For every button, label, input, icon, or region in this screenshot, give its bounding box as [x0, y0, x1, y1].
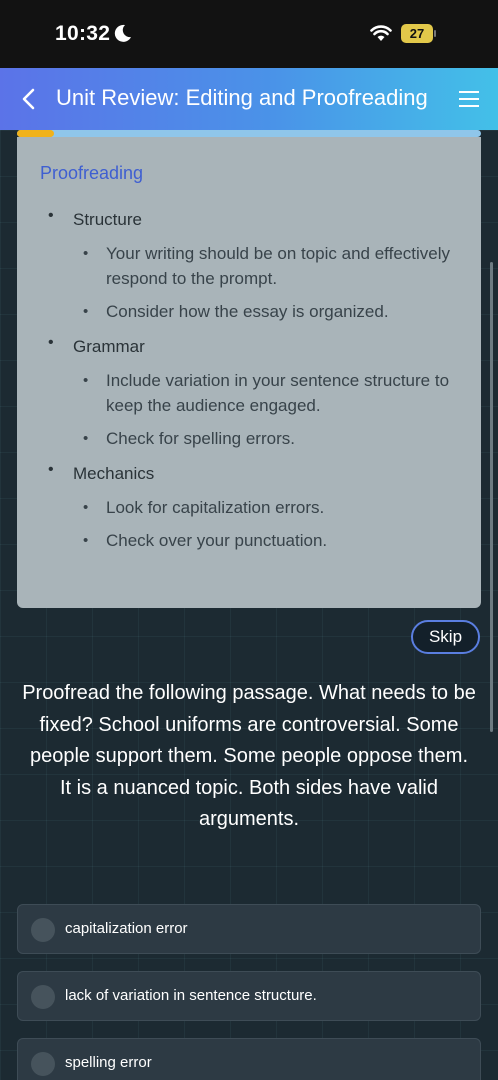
menu-button[interactable] [457, 88, 481, 110]
subtopic-list: Your writing should be on topic and effe… [73, 241, 460, 324]
topic-mechanics: Mechanics Look for capitalization errors… [40, 461, 460, 553]
topic-grammar: Grammar Include variation in your senten… [40, 334, 460, 451]
topic-list: Structure Your writing should be on topi… [40, 207, 460, 563]
topic-label: Mechanics [73, 464, 155, 483]
option-label: spelling error [65, 1054, 152, 1071]
moon-icon [114, 24, 132, 48]
study-notes-card: Proofreading Structure Your writing shou… [17, 137, 481, 608]
subtopic-list: Include variation in your sentence struc… [73, 368, 460, 451]
option-label: lack of variation in sentence structure. [65, 987, 317, 1004]
list-item: Check over your punctuation. [73, 528, 460, 553]
answer-option-3[interactable]: spelling error [17, 1038, 481, 1080]
back-button[interactable] [18, 87, 40, 111]
battery-tip [434, 30, 436, 37]
scrollbar[interactable] [490, 262, 493, 732]
status-time: 10:32 [55, 22, 111, 45]
radio-button[interactable] [31, 1052, 55, 1076]
topic-label: Structure [73, 210, 142, 229]
page-title: Unit Review: Editing and Proofreading [56, 85, 428, 110]
subtopic-list: Look for capitalization errors. Check ov… [73, 495, 460, 553]
answer-option-2[interactable]: lack of variation in sentence structure. [17, 971, 481, 1021]
answer-option-1[interactable]: capitalization error [17, 904, 481, 954]
chevron-left-icon [22, 88, 35, 110]
progress-bar [17, 130, 481, 137]
list-item: Your writing should be on topic and effe… [73, 241, 460, 291]
card-title: Proofreading [40, 163, 144, 183]
topic-label: Grammar [73, 337, 145, 356]
list-item: Consider how the essay is organized. [73, 299, 460, 324]
list-item: Check for spelling errors. [73, 426, 460, 451]
top-app-bar: Unit Review: Editing and Proofreading [0, 68, 498, 130]
radio-button[interactable] [31, 918, 55, 942]
wifi-icon [370, 25, 392, 47]
option-label: capitalization error [65, 920, 188, 937]
topic-structure: Structure Your writing should be on topi… [40, 207, 460, 324]
status-bar: 10:32 27 [0, 0, 498, 68]
skip-button[interactable]: Skip [411, 620, 480, 654]
progress-fill [17, 130, 54, 137]
question-text: Proofread the following passage. What ne… [22, 682, 476, 830]
list-item: Include variation in your sentence struc… [73, 368, 460, 418]
hamburger-menu-icon [459, 91, 479, 107]
list-item: Look for capitalization errors. [73, 495, 460, 520]
radio-button[interactable] [31, 985, 55, 1009]
battery-icon: 27 [401, 24, 433, 43]
